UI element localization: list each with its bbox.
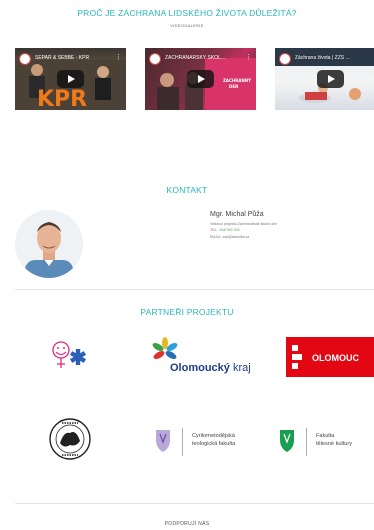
channel-logo-icon	[279, 53, 291, 65]
partners-section-title: PARTNEŘI PROJEKTU	[140, 307, 234, 317]
channel-logo-icon	[19, 53, 31, 65]
email-label: EMAIL:	[210, 235, 222, 239]
video-thumbnail-zzs[interactable]: Záchrana života | ZZS ... ⋮	[275, 48, 374, 110]
svg-text:DEN: DEN	[229, 84, 238, 89]
videos-section-title: PROČ JE ZÁCHRANA LIDSKÉHO ŽIVOTA DŮLEŽIT…	[77, 8, 297, 18]
partner-logo-olomouc[interactable]: OLOMOUC	[286, 337, 374, 377]
contact-name: Mgr. Michal Půža	[210, 211, 264, 218]
contact-phone: TEL.: 608 962 004	[210, 228, 240, 232]
play-button-icon[interactable]	[187, 70, 214, 88]
contact-avatar	[15, 210, 83, 278]
video-title: Záchrana života | ZZS ...	[295, 55, 350, 61]
svg-text:kraj: kraj	[233, 362, 251, 374]
phone-link[interactable]: 608 962 004	[220, 228, 240, 232]
partner-logo-zsd[interactable]	[50, 340, 90, 374]
phone-label: TEL.:	[210, 228, 219, 232]
contact-email: EMAIL: zsd@atomika.cz	[210, 235, 249, 239]
svg-text:ZACHRANNÝ: ZACHRANNÝ	[223, 78, 251, 83]
video-thumbnail-zachranarsky[interactable]: ZACHRANNÝ DEN ZÁCHRANÁŘSKÝ ŠKOL... ⋮	[145, 48, 256, 110]
video-thumbnail-kpr[interactable]: KPR SEPAR & SEBBE - KPR ⋮	[15, 48, 126, 110]
svg-text:tělesné kultury: tělesné kultury	[316, 441, 352, 447]
svg-text:Olomoucký: Olomoucký	[170, 362, 231, 374]
partner-logo-cmtf[interactable]: Cyrilometodějská teologická fakulta	[154, 426, 249, 458]
svg-text:OLOMOUC: OLOMOUC	[312, 353, 359, 363]
person-photo-image	[15, 210, 83, 278]
supporters-heading: PODPORUJÍ NÁS	[164, 521, 210, 527]
section-divider	[15, 503, 374, 504]
videos-section-subtitle: VIDEOGALERIE	[170, 23, 204, 28]
play-button-icon[interactable]	[57, 70, 84, 88]
svg-text:Fakulta: Fakulta	[316, 433, 335, 439]
video-title: SEPAR & SEBBE - KPR	[35, 55, 90, 61]
play-button-icon[interactable]	[317, 70, 344, 88]
svg-text:teologická fakulta: teologická fakulta	[192, 441, 236, 447]
more-vert-icon[interactable]: ⋮	[115, 54, 122, 61]
section-divider	[15, 289, 374, 290]
svg-text:KPR: KPR	[37, 87, 87, 110]
partner-logo-olomoucky-kraj[interactable]: Olomoucký kraj	[148, 337, 253, 375]
contact-section-title: KONTAKT	[166, 185, 208, 195]
email-link[interactable]: zsd@atomika.cz	[223, 235, 249, 239]
partner-logo-ftk[interactable]: Fakulta tělesné kultury	[278, 426, 368, 458]
contact-role: Vedoucí projektu Záchranářské školní den	[210, 222, 278, 226]
channel-logo-icon	[149, 53, 161, 65]
partner-logo-seal[interactable]	[48, 417, 92, 461]
more-vert-icon[interactable]: ⋮	[245, 54, 252, 61]
svg-text:Cyrilometodějská: Cyrilometodějská	[192, 433, 236, 439]
video-title: ZÁCHRANÁŘSKÝ ŠKOL...	[165, 55, 226, 61]
